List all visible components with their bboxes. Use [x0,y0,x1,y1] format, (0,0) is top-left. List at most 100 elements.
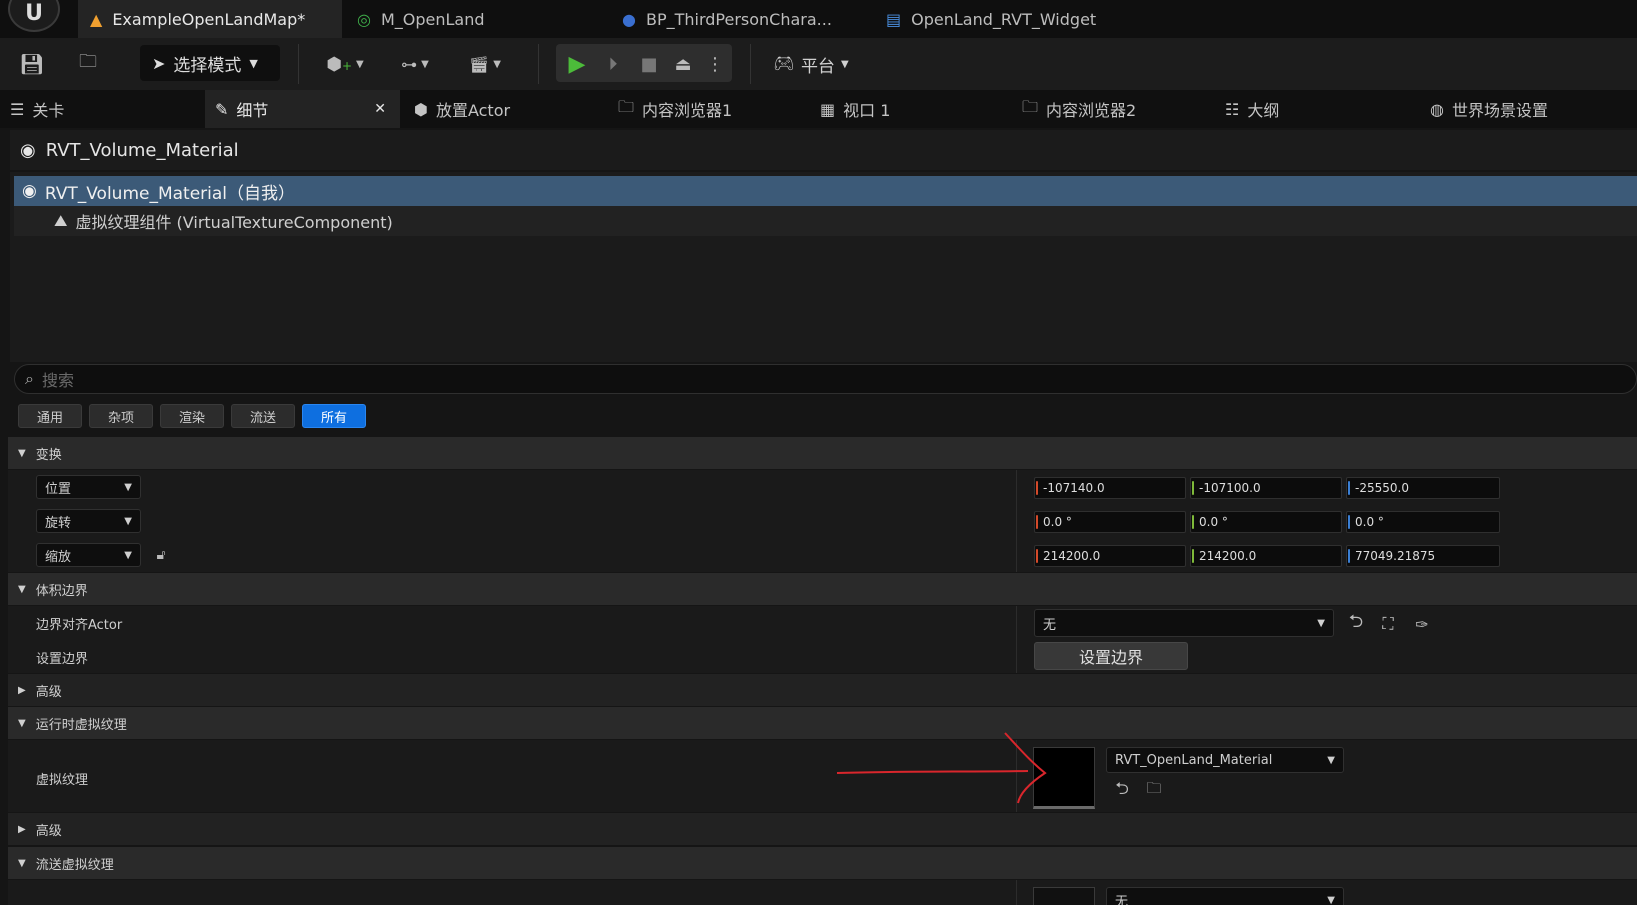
value-text: 214200.0 [1043,549,1101,563]
tab-content-browser-2[interactable]: 🗀 内容浏览器2 [1012,90,1212,128]
chevron-down-icon: ▼ [18,583,26,595]
filter-label: 渲染 [178,410,205,426]
chevron-down-icon: ▼ [18,857,26,869]
tab-world-settings[interactable]: ◍ 世界场景设置 [1420,90,1637,128]
section-title: 体积边界 [35,583,88,599]
tab-label: 内容浏览器1 [642,101,733,120]
scale-y-field[interactable]: 214200.0 [1190,545,1342,567]
tab-label: 细节 [236,101,269,120]
save-button[interactable]: 💾︎ [14,46,50,82]
annotation-arrow [836,732,1047,804]
folder-search-icon: 🗀 [79,51,97,72]
filter-streaming[interactable]: 流送 [231,404,295,428]
section-advanced-1[interactable]: ▶ 高级 [8,674,1637,706]
browse-asset-icon[interactable]: 🗀 [1142,779,1166,801]
tree-row-self[interactable]: ◉ RVT_Volume_Material（自我） [14,176,1637,206]
platform-label: 平台 [800,56,835,77]
play-button[interactable]: ▶ [562,46,592,82]
location-label: 位置 [45,481,72,497]
value-text: 77049.21875 [1355,549,1436,563]
streaming-texture-dropdown[interactable]: 无 ▼ [1106,887,1344,905]
value-text: -107140.0 [1043,481,1105,495]
cinematics-button[interactable]: 🎬︎ ▼ [460,46,510,82]
file-tab-level[interactable]: ▲ ExampleOpenLandMap* [78,0,342,38]
file-tab-label: OpenLand_RVT_Widget [911,9,1097,29]
tab-details[interactable]: ✎ 细节 ✕ [205,90,400,128]
align-actor-dropdown[interactable]: 无 ▼ [1034,609,1334,637]
chevron-down-icon: ▼ [249,56,258,70]
rotation-z-field[interactable]: 0.0 ° [1346,511,1500,533]
toolbar-divider [750,44,751,84]
section-streaming-vt[interactable]: ▼ 流送虚拟纹理 [8,847,1637,879]
platform-dropdown[interactable]: 🎮︎ 平台 ▼ [768,46,854,82]
chevron-right-icon: ▶ [18,684,26,696]
section-transform[interactable]: ▼ 变换 [8,437,1637,469]
rotation-y-field[interactable]: 0.0 ° [1190,511,1342,533]
tree-row-label: RVT_Volume_Material（自我） [44,183,296,204]
filter-all[interactable]: 所有 [302,404,366,428]
streaming-texture-value: 无 [1115,894,1129,905]
step-button[interactable]: ⏵︎ [598,46,628,82]
column-divider [1016,470,1017,572]
scale-mode-dropdown[interactable]: 缩放 ▼ [36,543,141,567]
eject-button[interactable]: ⏏︎ [668,46,698,82]
set-bounds-label: 设置边界 [36,652,89,667]
column-divider [1016,880,1017,905]
stop-icon: ■ [640,53,658,75]
location-y-field[interactable]: -107100.0 [1190,477,1342,499]
eyedropper-icon[interactable]: ✑ [1410,612,1434,636]
streaming-texture-thumbnail[interactable] [1033,887,1095,905]
column-divider [1016,606,1017,673]
location-mode-dropdown[interactable]: 位置 ▼ [36,475,141,499]
browse-actor-icon[interactable]: ⛶ [1376,612,1400,636]
file-tab-material[interactable]: ◎ M_OpenLand [345,0,595,38]
virtual-texture-dropdown[interactable]: RVT_OpenLand_Material ▼ [1106,747,1344,773]
use-selected-icon[interactable]: ⮌ [1344,611,1368,636]
section-advanced-2[interactable]: ▶ 高级 [8,813,1637,845]
blueprint-button[interactable]: ⊶ ▼ [390,46,440,82]
tab-place-actors[interactable]: ⬢ 放置Actor [404,90,604,128]
unlock-icon[interactable]: 🔓︎ [150,543,172,567]
set-bounds-button[interactable]: 设置边界 [1034,642,1188,670]
chevron-down-icon: ▼ [421,58,429,70]
chevron-down-icon: ▼ [493,58,501,70]
file-tab-label: ExampleOpenLandMap* [112,9,306,29]
search-input[interactable]: ⌕ 搜索 [14,364,1637,394]
filter-general[interactable]: 通用 [18,404,82,428]
stop-button[interactable]: ■ [634,46,664,82]
more-vertical-icon: ⋮ [706,53,724,75]
place-actor-icon: ⬢ [414,99,428,119]
chevron-down-icon: ▼ [124,515,132,527]
close-icon[interactable]: ✕ [374,101,386,117]
scale-x-field[interactable]: 214200.0 [1034,545,1186,567]
use-selected-asset-icon[interactable]: ⮌ [1110,779,1134,801]
add-actor-button[interactable]: ⬢+ ▼ [320,46,370,82]
section-volume-bounds[interactable]: ▼ 体积边界 [8,573,1637,605]
tab-content-browser-1[interactable]: 🗀 内容浏览器1 [608,90,808,128]
virtual-texture-value: RVT_OpenLand_Material [1115,752,1273,768]
browse-button[interactable]: 🗀 [70,46,106,82]
levels-icon: ☰ [10,99,25,119]
location-x-field[interactable]: -107140.0 [1034,477,1186,499]
tree-row-component[interactable]: ⛰︎ 虚拟纹理组件 (VirtualTextureComponent) [14,206,1637,236]
file-tab-label: BP_ThirdPersonChara... [645,9,832,29]
scale-z-field[interactable]: 77049.21875 [1346,545,1500,567]
widget-icon: ▤ [886,9,902,29]
tab-levels[interactable]: ☰ 关卡 [0,90,200,128]
chevron-down-icon: ▼ [124,549,132,561]
toolbar-divider [298,44,299,84]
rotation-mode-dropdown[interactable]: 旋转 ▼ [36,509,141,533]
play-options-button[interactable]: ⋮ [704,46,726,82]
chevron-down-icon: ▼ [1327,894,1335,905]
select-mode-dropdown[interactable]: ➤ 选择模式 ▼ [140,45,280,81]
filter-misc[interactable]: 杂项 [89,404,153,428]
tab-viewport-1[interactable]: ▦ 视口 1 [810,90,1010,128]
rotation-x-field[interactable]: 0.0 ° [1034,511,1186,533]
filter-rendering[interactable]: 渲染 [160,404,224,428]
location-z-field[interactable]: -25550.0 [1346,477,1500,499]
chevron-down-icon: ▼ [356,58,364,70]
chevron-down-icon: ▼ [840,58,849,70]
tab-outliner[interactable]: ☷ 大纲 [1215,90,1415,128]
file-tab-blueprint[interactable]: ● BP_ThirdPersonChara... [610,0,870,38]
file-tab-widget[interactable]: ▤ OpenLand_RVT_Widget [874,0,1174,38]
